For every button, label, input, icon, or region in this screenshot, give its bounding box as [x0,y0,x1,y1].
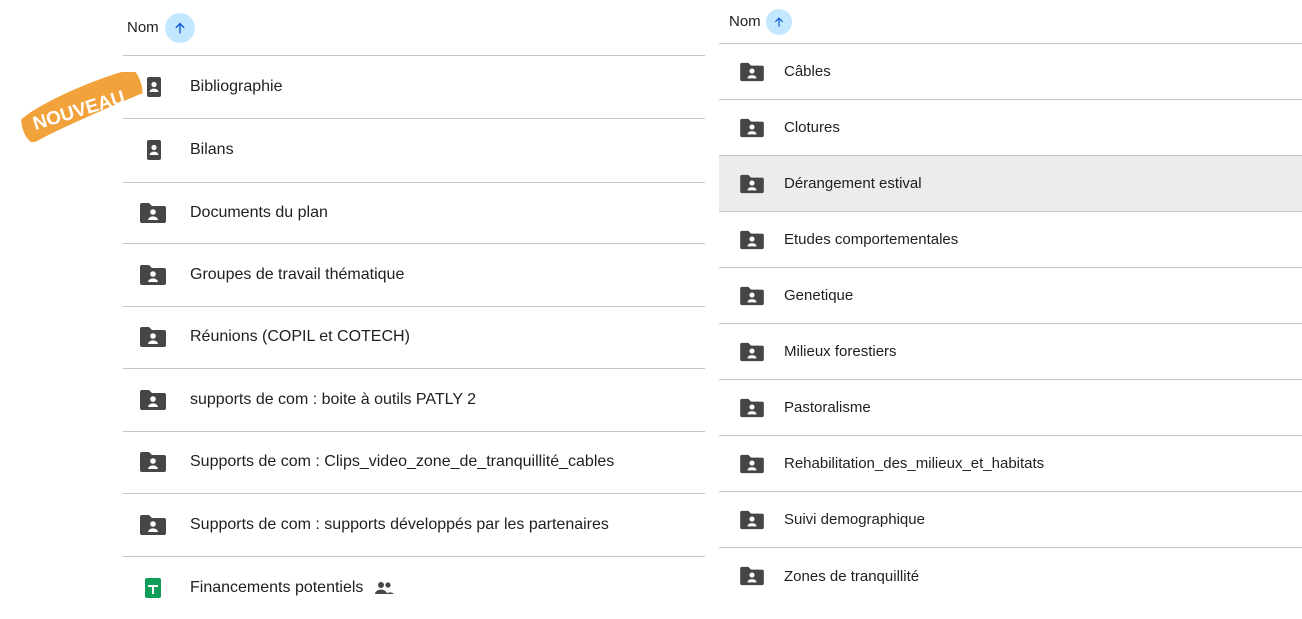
shared-folder-icon [739,62,765,82]
item-name: Etudes comportementales [784,231,958,248]
shared-folder-icon [739,342,765,362]
sort-ascending-button[interactable] [165,13,195,43]
item-name: supports de com : boite à outils PATLY 2 [190,391,476,409]
people-icon [373,580,395,596]
list-item-selected[interactable]: Dérangement estival [719,156,1302,212]
item-name: Milieux forestiers [784,343,897,360]
item-name: Bibliographie [190,78,283,96]
list-item[interactable]: Câbles [719,44,1302,100]
left-file-list: Nom Bibliographie Bilans Documents du pl… [123,0,705,619]
arrow-up-icon [172,20,188,36]
shared-folder-icon [739,454,765,474]
list-item[interactable]: Rehabilitation_des_milieux_et_habitats [719,436,1302,492]
shared-folder-icon [739,286,765,306]
name-column-header[interactable]: Nom [719,0,1302,44]
arrow-up-icon [772,15,786,29]
new-badge-graphic: NOUVEAU [10,72,156,142]
sort-ascending-button[interactable] [766,9,792,35]
item-name: Rehabilitation_des_milieux_et_habitats [784,455,1044,472]
shared-folder-icon [739,398,765,418]
list-item[interactable]: Groupes de travail thématique [123,244,705,307]
item-name: Réunions (COPIL et COTECH) [190,328,410,346]
item-name: Supports de com : Clips_video_zone_de_tr… [190,453,614,471]
item-name: Dérangement estival [784,175,922,192]
shared-folder-icon [739,174,765,194]
item-name: Câbles [784,63,831,80]
name-header-label: Nom [127,19,159,36]
item-name: Suivi demographique [784,511,925,528]
item-name: Clotures [784,119,840,136]
shared-folder-icon [739,230,765,250]
list-item[interactable]: Bilans [123,119,705,182]
list-item[interactable]: supports de com : boite à outils PATLY 2 [123,369,705,432]
item-name: Groupes de travail thématique [190,266,404,284]
new-badge: NOUVEAU [10,72,156,142]
item-name: Supports de com : supports développés pa… [190,516,609,534]
list-item[interactable]: Réunions (COPIL et COTECH) [123,307,705,370]
right-file-list: Nom Câbles Clotures Dérangement estival … [719,0,1302,604]
shared-folder-icon [139,389,167,411]
shared-folder-icon [739,118,765,138]
google-sheets-icon [139,577,167,599]
list-item[interactable]: Zones de tranquillité [719,548,1302,604]
shared-folder-icon [139,139,167,161]
item-name: Pastoralisme [784,399,871,416]
list-item[interactable]: Supports de com : Clips_video_zone_de_tr… [123,432,705,495]
list-item[interactable]: Clotures [719,100,1302,156]
list-item[interactable]: Financements potentiels [123,557,705,619]
shared-folder-icon [739,510,765,530]
shared-folder-icon [139,264,167,286]
list-item[interactable]: Etudes comportementales [719,212,1302,268]
item-name: Zones de tranquillité [784,568,919,585]
shared-folder-icon [139,451,167,473]
list-item[interactable]: Documents du plan [123,182,705,245]
item-name: Financements potentiels [190,579,363,597]
shared-folder-icon [139,202,167,224]
list-item[interactable]: Supports de com : supports développés pa… [123,494,705,557]
item-name: Bilans [190,141,234,159]
shared-folder-icon [739,566,765,586]
list-item[interactable]: Suivi demographique [719,492,1302,548]
item-name: Documents du plan [190,204,328,222]
list-item[interactable]: Pastoralisme [719,380,1302,436]
name-column-header[interactable]: Nom [123,0,705,56]
list-item[interactable]: Genetique [719,268,1302,324]
list-item[interactable]: Bibliographie [123,56,705,119]
list-item[interactable]: Milieux forestiers [719,324,1302,380]
item-name: Genetique [784,287,853,304]
name-header-label: Nom [729,13,761,30]
shared-folder-icon [139,326,167,348]
shared-folder-icon [139,514,167,536]
